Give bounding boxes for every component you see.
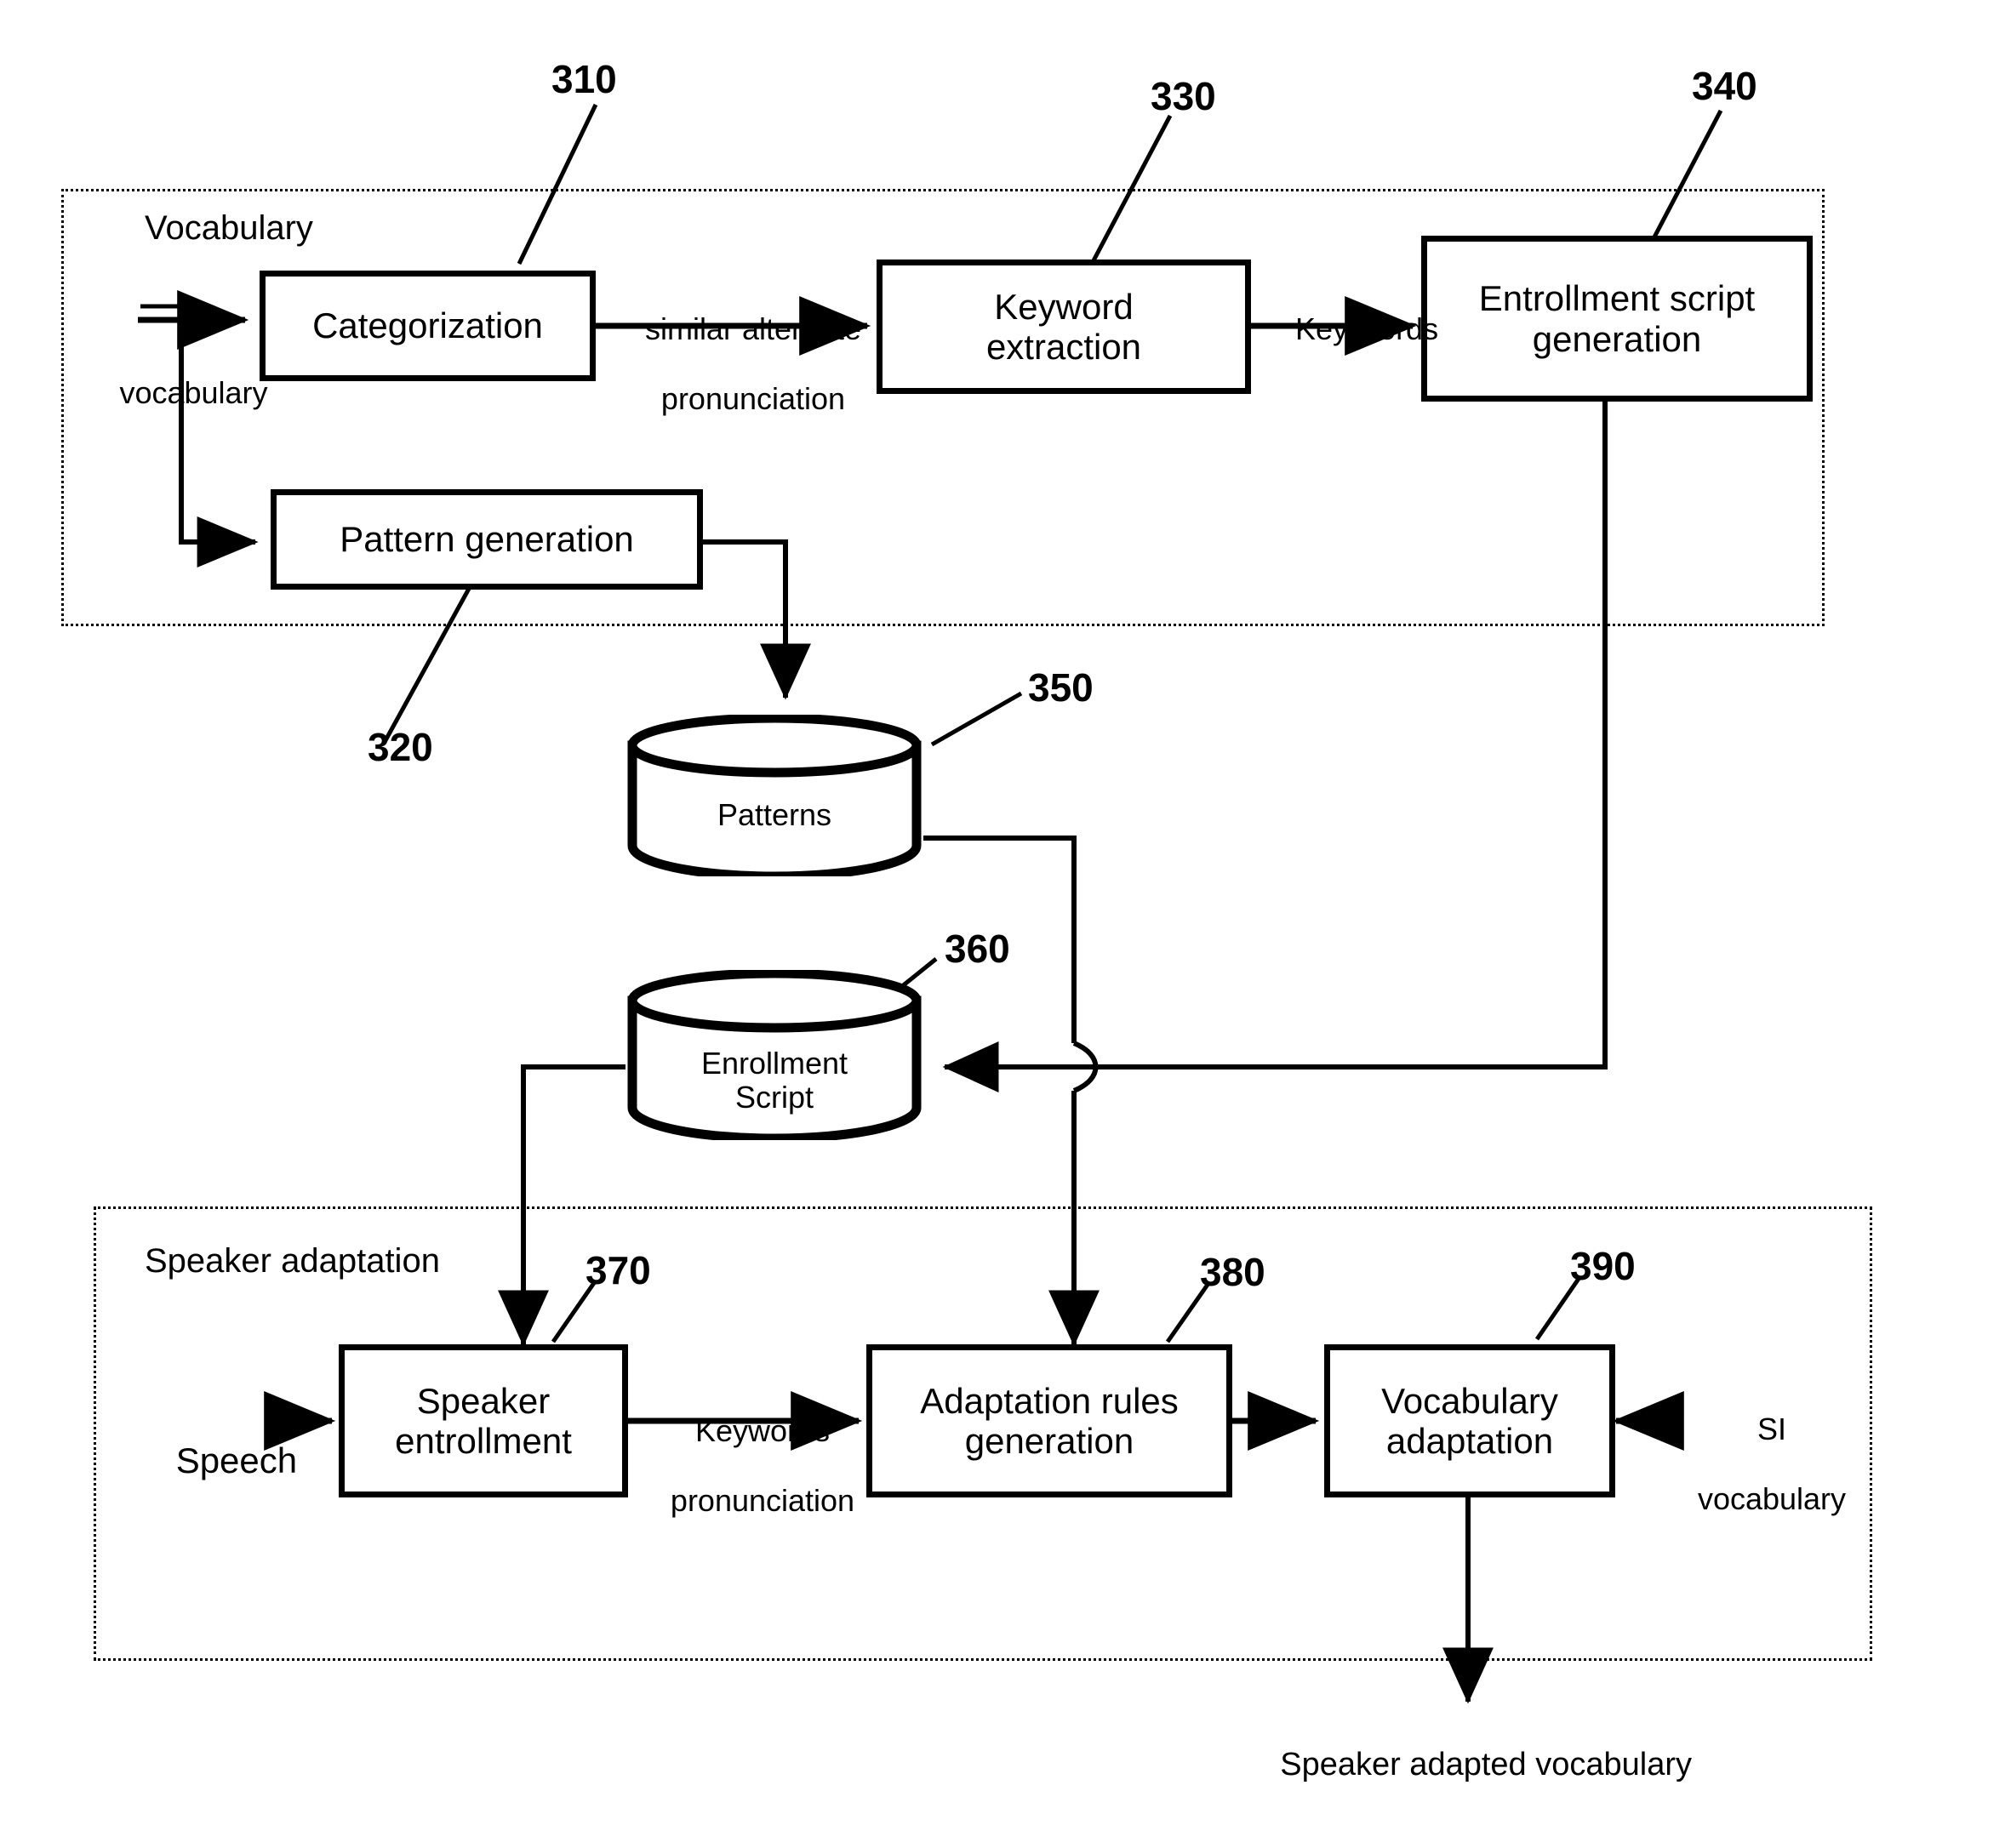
ref-390: 390 xyxy=(1570,1244,1636,1288)
label-keywords-pronunciation: Keywords pronunciation xyxy=(631,1378,860,1553)
label-key-words: Key words xyxy=(1261,277,1438,381)
block-keyword-extraction[interactable]: Keyword extraction xyxy=(877,260,1251,394)
label-si-vocabulary-top-line2: vocabulary xyxy=(119,375,268,411)
vocabulary-group-label: Vocabulary xyxy=(145,209,313,247)
datastore-patterns[interactable]: Patterns xyxy=(625,715,923,876)
label-similar-alternate-pronunciation-line2: pronunciation xyxy=(660,381,846,417)
ref-330: 330 xyxy=(1151,74,1216,118)
label-si-vocabulary-bottom-line2: vocabulary xyxy=(1697,1481,1847,1517)
block-speaker-entrollment[interactable]: Speaker entrollment xyxy=(339,1344,628,1497)
ref-310: 310 xyxy=(551,57,617,101)
block-categorization[interactable]: Categorization xyxy=(260,271,596,381)
block-keyword-extraction-label: Keyword extraction xyxy=(985,286,1142,367)
label-si-vocabulary-bottom-line1: SI xyxy=(1757,1412,1787,1447)
label-keywords-pronunciation-line2: pronunciation xyxy=(670,1483,855,1519)
ref-340: 340 xyxy=(1692,64,1757,108)
label-si-vocabulary-top: SI vocabulary xyxy=(85,271,268,445)
label-speaker-adapted-vocabulary: Speaker adapted vocabulary xyxy=(1213,1710,1723,1821)
label-si-vocabulary-top-line1: SI xyxy=(179,305,208,341)
block-entrollment-script-generation[interactable]: Entrollment script generation xyxy=(1421,236,1813,402)
ref-370: 370 xyxy=(586,1248,651,1292)
block-pattern-generation[interactable]: Pattern generation xyxy=(271,489,703,590)
block-vocabulary-adaptation-label: Vocabulary adaptation xyxy=(1381,1380,1558,1461)
block-vocabulary-adaptation[interactable]: Vocabulary adaptation xyxy=(1324,1344,1615,1497)
ref-350: 350 xyxy=(1028,665,1094,710)
figure-canvas: Vocabulary Speaker adaptation Categoriza… xyxy=(0,0,2005,1848)
block-adaptation-rules-generation-label: Adaptation rules generation xyxy=(920,1380,1179,1461)
label-similar-alternate-pronunciation: similar alternate pronunciation xyxy=(608,277,864,451)
block-speaker-entrollment-label: Speaker entrollment xyxy=(395,1380,572,1461)
label-speaker-adapted-vocabulary-text: Speaker adapted vocabulary xyxy=(1280,1747,1692,1783)
ref-320: 320 xyxy=(368,725,433,769)
block-pattern-generation-label: Pattern generation xyxy=(340,519,634,560)
ref-360: 360 xyxy=(945,927,1010,971)
block-categorization-label: Categorization xyxy=(312,305,543,346)
block-adaptation-rules-generation[interactable]: Adaptation rules generation xyxy=(866,1344,1232,1497)
ref-380: 380 xyxy=(1200,1250,1265,1294)
speaker-adaptation-group-label: Speaker adaptation xyxy=(145,1242,440,1280)
label-key-words-text: Key words xyxy=(1295,311,1439,347)
label-speech: Speech xyxy=(136,1400,297,1522)
label-speech-text: Speech xyxy=(175,1440,298,1480)
label-similar-alternate-pronunciation-line1: similar alternate xyxy=(644,311,862,347)
block-entrollment-script-generation-label: Entrollment script generation xyxy=(1478,278,1756,359)
label-keywords-pronunciation-line1: Keywords xyxy=(694,1413,831,1449)
label-si-vocabulary-bottom: SI vocabulary xyxy=(1661,1377,1848,1551)
datastore-enrollment-script[interactable]: Enrollment Script xyxy=(625,970,923,1140)
